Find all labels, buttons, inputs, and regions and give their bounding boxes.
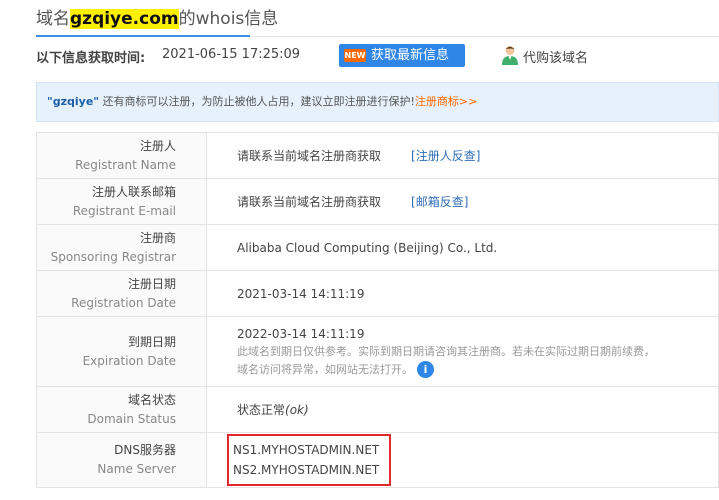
registration-date-value: 2021-03-14 14:11:19	[237, 286, 365, 301]
name-server-1: NS1.MYHOSTADMIN.NET	[233, 443, 380, 457]
label-cn: 到期日期	[127, 334, 176, 349]
fetch-time-value: 2021-06-15 17:25:09	[162, 47, 301, 62]
fetch-time-label: 以下信息获取时间:	[36, 51, 146, 66]
table-row: 注册人 Registrant Name 请联系当前域名注册商获取 [注册人反查]	[36, 132, 719, 179]
label-en: Expiration Date	[82, 353, 176, 368]
agent-person-icon	[502, 46, 518, 65]
name-server-highlight-box: NS1.MYHOSTADMIN.NET NS2.MYHOSTADMIN.NET	[227, 434, 392, 486]
row-label: 注册日期 Registration Date	[36, 270, 207, 317]
email-reverse-link[interactable]: [邮箱反查]	[411, 195, 468, 209]
label-en: Registrant Name	[75, 157, 176, 172]
email-value: 请联系当前域名注册商获取	[237, 195, 382, 209]
new-badge: NEW	[344, 49, 366, 62]
label-cn: 注册人	[139, 138, 176, 153]
registrant-value: 请联系当前域名注册商获取	[237, 149, 382, 163]
info-bar: 以下信息获取时间: 2021-06-15 17:25:09 NEW 获取最新信息…	[36, 44, 719, 68]
row-label: 注册商 Sponsoring Registrar	[36, 224, 207, 271]
row-label: 注册人联系邮箱 Registrant E-mail	[36, 178, 207, 225]
label-en: Registrant E-mail	[72, 203, 176, 218]
row-label: 域名状态 Domain Status	[36, 386, 207, 433]
table-row: DNS服务器 Name Server NS1.MYHOSTADMIN.NET N…	[36, 432, 719, 488]
row-value: 请联系当前域名注册商获取 [注册人反查]	[206, 132, 719, 179]
table-row: 到期日期 Expiration Date 2022-03-14 14:11:19…	[36, 316, 719, 387]
label-en: Sponsoring Registrar	[50, 249, 176, 264]
row-value: 状态正常(ok)	[206, 386, 719, 433]
buy-domain-label: 代购该域名	[523, 51, 589, 66]
table-row: 注册日期 Registration Date 2021-03-14 14:11:…	[36, 270, 719, 317]
domain-name: gzqiye.com	[70, 9, 179, 29]
label-cn: 域名状态	[127, 392, 176, 407]
name-server-2: NS2.MYHOSTADMIN.NET	[233, 463, 380, 477]
row-value: Alibaba Cloud Computing (Beijing) Co., L…	[206, 224, 719, 271]
expiration-note-text: 域名访问将异常，如网站无法打开。	[237, 362, 413, 376]
register-trademark-link[interactable]: 注册商标>>	[415, 95, 477, 108]
registrant-reverse-link[interactable]: [注册人反查]	[411, 149, 480, 163]
expiration-note-line2: 域名访问将异常，如网站无法打开。 i	[237, 361, 717, 379]
refresh-button[interactable]: NEW 获取最新信息	[339, 44, 465, 67]
table-row: 注册人联系邮箱 Registrant E-mail 请联系当前域名注册商获取 [邮…	[36, 178, 719, 225]
notice-text: 还有商标可以注册，为防止被他人占用，建议立即注册进行保护!	[99, 95, 415, 108]
expiration-date-value: 2022-03-14 14:11:19	[237, 326, 365, 341]
whois-table: 注册人 Registrant Name 请联系当前域名注册商获取 [注册人反查] …	[36, 132, 719, 488]
title-divider-accent	[36, 35, 250, 37]
row-label: 到期日期 Expiration Date	[36, 316, 207, 387]
label-en: Name Server	[97, 462, 176, 476]
title-suffix: 的whois信息	[178, 9, 279, 29]
trademark-notice: "gzqiye" 还有商标可以注册，为防止被他人占用，建议立即注册进行保护!注册…	[36, 82, 719, 122]
row-value: 请联系当前域名注册商获取 [邮箱反查]	[206, 178, 719, 225]
row-label: DNS服务器 Name Server	[36, 432, 207, 488]
expiration-note: 此域名到期日仅供参考。实际到期日期请咨询其注册商。若未在实际过期日期前续费，	[237, 344, 655, 358]
info-icon[interactable]: i	[417, 361, 434, 378]
registrar-value: Alibaba Cloud Computing (Beijing) Co., L…	[237, 240, 498, 255]
notice-keyword: "gzqiye"	[47, 95, 100, 108]
row-value: NS1.MYHOSTADMIN.NET NS2.MYHOSTADMIN.NET	[206, 432, 719, 488]
label-en: Registration Date	[71, 295, 176, 310]
row-value: 2022-03-14 14:11:19 此域名到期日仅供参考。实际到期日期请咨询…	[206, 316, 719, 387]
row-value: 2021-03-14 14:11:19	[206, 270, 719, 317]
domain-status-value: 状态正常	[237, 403, 286, 417]
label-en: Domain Status	[87, 411, 176, 426]
row-label: 注册人 Registrant Name	[36, 132, 207, 179]
table-row: 域名状态 Domain Status 状态正常(ok)	[36, 386, 719, 433]
label-cn: 注册日期	[127, 276, 176, 291]
label-cn: DNS服务器	[114, 443, 176, 457]
domain-status-code: (ok)	[285, 403, 309, 417]
label-cn: 注册商	[139, 230, 176, 245]
label-cn: 注册人联系邮箱	[91, 184, 176, 199]
refresh-button-label: 获取最新信息	[371, 48, 450, 63]
page-title: 域名gzqiye.com的whois信息	[36, 4, 278, 29]
table-row: 注册商 Sponsoring Registrar Alibaba Cloud C…	[36, 224, 719, 271]
title-prefix: 域名	[36, 9, 70, 29]
